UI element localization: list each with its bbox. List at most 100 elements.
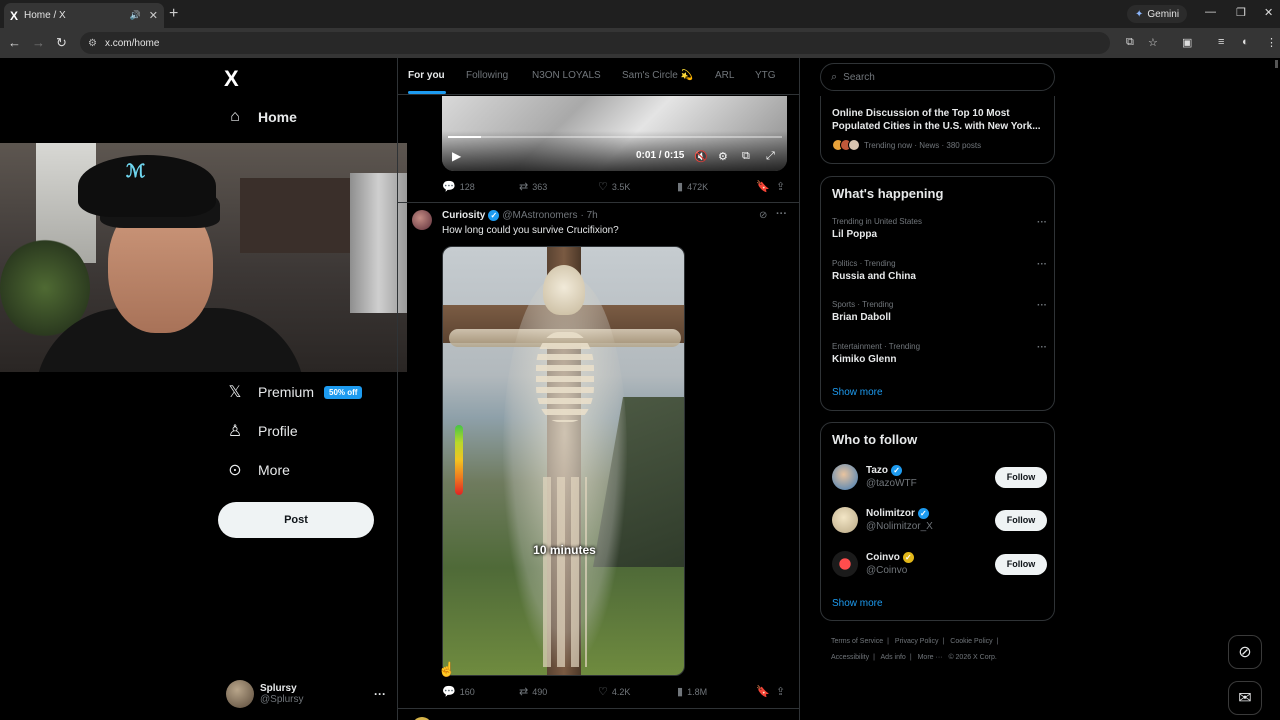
tweet-handle[interactable]: @MAstronomers — [502, 210, 577, 221]
views-button[interactable]: ▮ 472K — [677, 180, 708, 193]
tab-ytg[interactable]: YTG — [755, 70, 776, 81]
footer-accessibility-link[interactable]: Accessibility — [831, 654, 869, 661]
trend-more-icon[interactable]: ··· — [1037, 300, 1047, 311]
avatar[interactable] — [832, 464, 858, 490]
video-player[interactable]: ▶ 0:01 / 0:15 🔇 ⚙ ⧉ ⤢ — [442, 96, 787, 171]
footer-more-link[interactable]: More ··· — [918, 654, 943, 661]
like-button[interactable]: ♡ 4.2K — [598, 685, 630, 698]
trend-item[interactable]: Sports · Trending Brian Daboll ··· — [832, 300, 1047, 330]
tab-n3on-loyals[interactable]: N3ON LOYALS — [532, 70, 601, 81]
reply-icon: 💬 — [442, 181, 456, 193]
follow-button[interactable]: Follow — [995, 553, 1047, 575]
speaker-icon[interactable]: 🔊 — [130, 10, 141, 21]
tweet-video[interactable]: 10 minutes — [442, 246, 685, 676]
share-button[interactable]: ⇪ — [776, 180, 785, 193]
account-switcher[interactable]: Splursy @Splursy ··· — [226, 680, 386, 708]
news-title[interactable]: Online Discussion of the Top 10 Most Pop… — [832, 107, 1047, 133]
gemini-button[interactable]: ✦ Gemini — [1127, 5, 1188, 23]
show-more-link[interactable]: Show more — [832, 598, 883, 609]
repost-button[interactable]: ⇄ 490 — [519, 685, 547, 698]
nav-item-more[interactable]: ⊙ More — [226, 460, 290, 480]
trend-item[interactable]: Politics · Trending Russia and China ··· — [832, 259, 1047, 289]
tweet-time[interactable]: · 7h — [581, 210, 598, 221]
suggestion-name[interactable]: Coinvo — [866, 552, 900, 563]
search-box[interactable]: ⌕ — [820, 63, 1055, 91]
reply-button[interactable]: 💬 160 — [442, 685, 475, 698]
play-icon[interactable]: ▶ — [452, 149, 461, 163]
avatar[interactable] — [832, 507, 858, 533]
share-button[interactable]: ⇪ — [776, 685, 785, 698]
tweet-more-icon[interactable]: ··· — [776, 208, 787, 220]
x-logo-icon[interactable]: X — [224, 66, 239, 92]
sidepanel-icon[interactable]: ▣ — [1182, 36, 1192, 49]
reload-icon[interactable]: ↻ — [56, 35, 67, 51]
footer-terms-link[interactable]: Terms of Service — [831, 638, 883, 645]
tweet-display-name[interactable]: Curiosity — [442, 210, 485, 221]
avatar[interactable] — [412, 210, 432, 230]
tab-sams-circle[interactable]: Sam's Circle 💫 — [622, 70, 693, 81]
mute-icon[interactable]: 🔇 — [694, 150, 708, 163]
profile-avatar-icon[interactable]: ◐ — [1242, 36, 1249, 48]
news-card[interactable]: Online Discussion of the Top 10 Most Pop… — [820, 96, 1055, 164]
view-count: 472K — [687, 181, 709, 192]
tweet[interactable] — [398, 714, 799, 720]
bookmark-button[interactable]: 🔖 — [756, 685, 770, 698]
browser-tab[interactable]: X Home / X 🔊 ✕ — [4, 3, 164, 28]
repost-button[interactable]: ⇄ 363 — [519, 180, 547, 193]
tab-arl[interactable]: ARL — [715, 70, 734, 81]
nav-item-premium[interactable]: 𝕏 Premium 50% off — [226, 382, 363, 402]
forward-icon[interactable]: → — [32, 35, 45, 50]
avatar[interactable] — [832, 551, 858, 577]
trend-item[interactable]: Entertainment · Trending Kimiko Glenn ··… — [832, 342, 1047, 372]
media-control-icon[interactable]: ≡ — [1218, 36, 1224, 48]
tab-following[interactable]: Following — [466, 70, 508, 81]
video-progress-bar[interactable] — [448, 136, 782, 138]
footer-ads-link[interactable]: Ads info — [881, 654, 906, 661]
fullscreen-icon[interactable]: ⤢ — [766, 150, 775, 163]
close-tab-icon[interactable]: ✕ — [149, 9, 158, 22]
footer-cookie-link[interactable]: Cookie Policy — [950, 638, 992, 645]
bookmark-star-icon[interactable]: ☆ — [1148, 36, 1158, 49]
restore-icon[interactable]: ❐ — [1236, 6, 1246, 19]
follow-suggestion[interactable]: Coinvo ✓ @Coinvo Follow — [832, 548, 1047, 580]
scrollbar-thumb[interactable] — [1275, 60, 1278, 68]
account-more-icon[interactable]: ··· — [374, 687, 386, 701]
follow-suggestion[interactable]: Nolimitzor ✓ @Nolimitzor_X Follow — [832, 504, 1047, 536]
footer-privacy-link[interactable]: Privacy Policy — [895, 638, 939, 645]
post-button[interactable]: Post — [218, 502, 374, 538]
trend-more-icon[interactable]: ··· — [1037, 259, 1047, 270]
search-input[interactable] — [843, 71, 1024, 83]
nav-item-profile[interactable]: ♙ Profile — [226, 421, 298, 441]
back-icon[interactable]: ← — [8, 35, 21, 50]
suggestion-name[interactable]: Tazo — [866, 465, 888, 476]
reply-button[interactable]: 💬 128 — [442, 180, 475, 193]
install-icon[interactable]: ⧉ — [1126, 36, 1134, 49]
views-button[interactable]: ▮ 1.8M — [677, 685, 707, 698]
follow-button[interactable]: Follow — [995, 466, 1047, 488]
follow-button[interactable]: Follow — [995, 509, 1047, 531]
suggestion-name[interactable]: Nolimitzor — [866, 508, 915, 519]
grok-float-button[interactable]: ⊘ — [1228, 635, 1262, 669]
follow-suggestion[interactable]: Tazo ✓ @tazoWTF Follow — [832, 461, 1047, 493]
trend-item[interactable]: Trending in United States Lil Poppa ··· — [832, 217, 1047, 247]
messages-float-button[interactable]: ✉ — [1228, 681, 1262, 715]
pip-icon[interactable]: ⧉ — [742, 150, 750, 163]
show-more-link[interactable]: Show more — [832, 387, 883, 398]
bookmark-button[interactable]: 🔖 — [756, 180, 770, 193]
site-info-icon[interactable]: ⚙ — [88, 38, 97, 49]
suggestion-handle: @tazoWTF — [866, 478, 917, 489]
trend-more-icon[interactable]: ··· — [1037, 342, 1047, 353]
close-window-icon[interactable]: ✕ — [1264, 6, 1273, 19]
settings-gear-icon[interactable]: ⚙ — [718, 150, 728, 163]
tab-for-you[interactable]: For you — [408, 70, 445, 81]
grok-icon[interactable]: ⊘ — [759, 210, 767, 221]
browser-menu-icon[interactable]: ⋮ — [1266, 36, 1277, 49]
minimize-icon[interactable]: — — [1205, 6, 1216, 18]
nav-item-home[interactable]: ⌂ Home — [226, 108, 297, 126]
like-button[interactable]: ♡ 3.5K — [598, 180, 630, 193]
url-bar[interactable]: ⚙ x.com/home — [80, 32, 1110, 54]
x-favicon-icon: X — [10, 8, 19, 23]
trend-more-icon[interactable]: ··· — [1037, 217, 1047, 228]
new-tab-icon[interactable]: + — [169, 5, 178, 23]
views-chart-icon: ▮ — [677, 181, 684, 193]
